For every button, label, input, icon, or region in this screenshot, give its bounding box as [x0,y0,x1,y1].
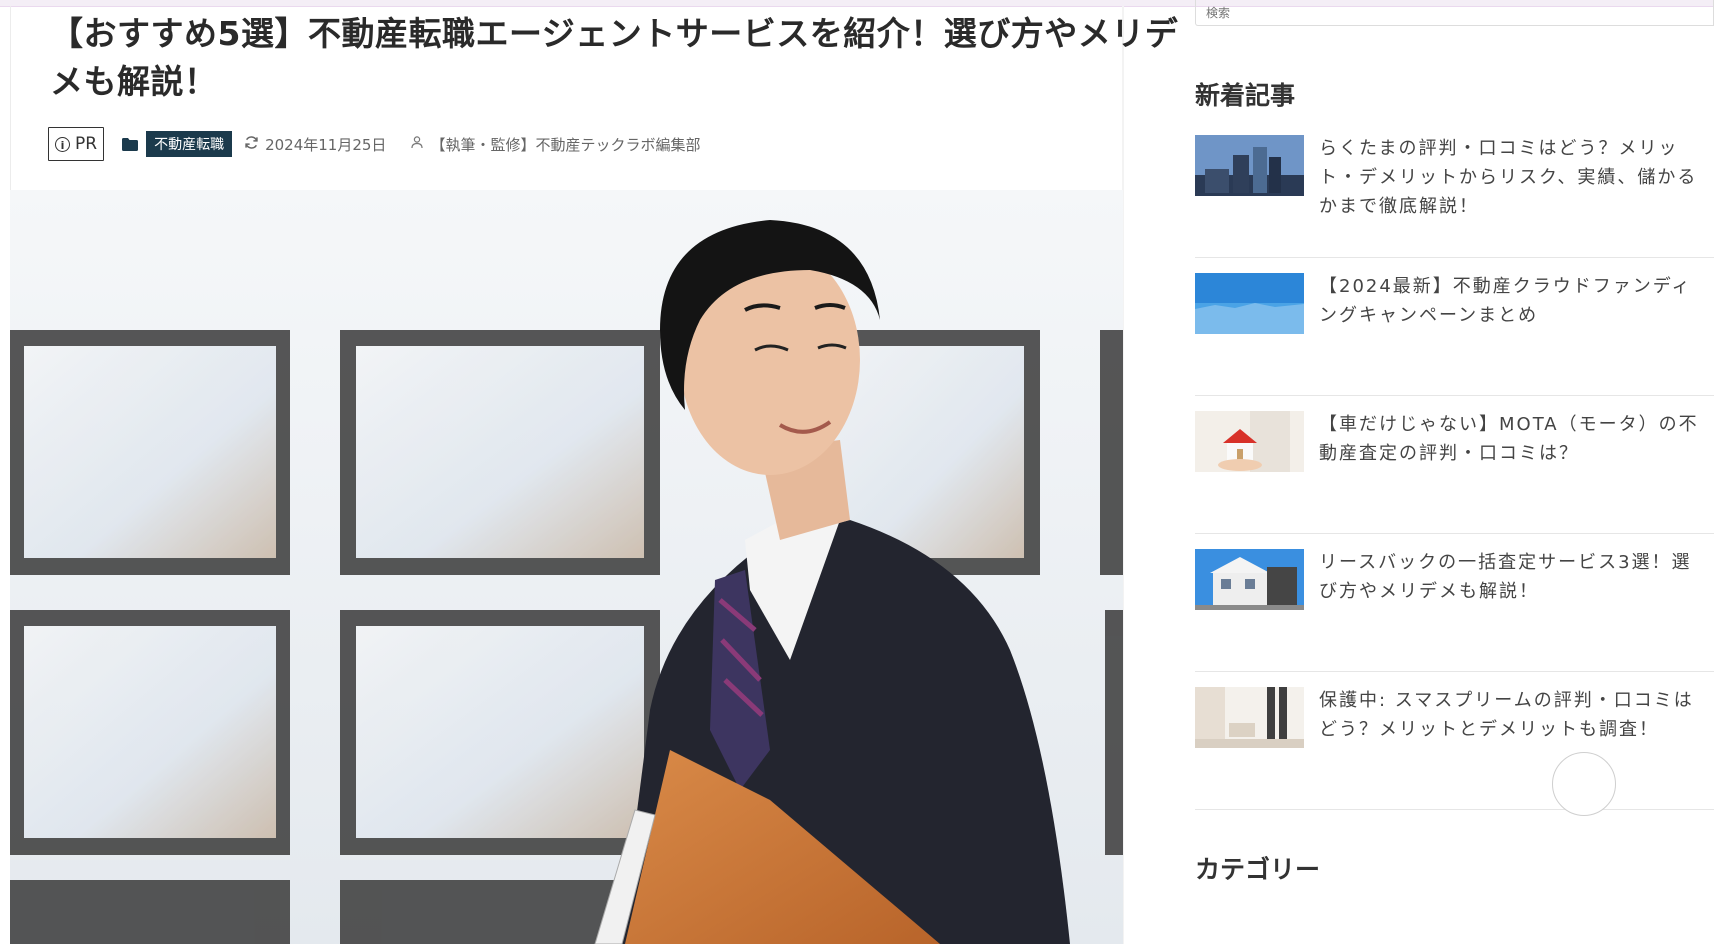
recent-posts-list: らくたまの評判・口コミはどう？メリット・デメリットからリスク、実績、儲かるかまで… [1195,120,1714,810]
post-thumbnail[interactable] [1195,411,1304,472]
post-title[interactable]: 保護中: スマスプリームの評判・口コミはどう？メリットとデメリットも調査！ [1319,686,1699,744]
article-meta: i PR 不動産転職 2024年11月25日 【執筆・監修】不動産テックラボ編集… [48,127,700,161]
post-title[interactable]: 【2024最新】不動産クラウドファンディングキャンペーンまとめ [1319,272,1699,330]
info-icon: i [55,136,70,152]
author-text[interactable]: 【執筆・監修】不動産テックラボ編集部 [430,134,700,155]
pr-label: PR [75,134,98,154]
search-input[interactable] [1196,0,1713,25]
category-heading: カテゴリー [1195,855,1321,884]
updated-date: 2024年11月25日 [244,134,386,155]
search-box[interactable] [1195,0,1714,26]
post-title[interactable]: リースバックの一括査定サービス3選！選び方やメリデメも解説！ [1319,548,1699,606]
list-item[interactable]: らくたまの評判・口コミはどう？メリット・デメリットからリスク、実績、儲かるかまで… [1195,120,1714,258]
recent-posts-heading: 新着記事 [1195,81,1296,110]
refresh-icon [244,135,259,154]
scroll-to-top-button[interactable] [1552,752,1616,816]
list-item[interactable]: 【2024最新】不動産クラウドファンディングキャンペーンまとめ [1195,258,1714,396]
list-item[interactable]: リースバックの一括査定サービス3選！選び方やメリデメも解説！ [1195,534,1714,672]
article-title: 【おすすめ5選】不動産転職エージェントサービスを紹介！選び方やメリデメも解説！ [50,14,1179,101]
post-thumbnail[interactable] [1195,687,1304,748]
date-text: 2024年11月25日 [265,135,387,154]
pr-badge: i PR [48,127,105,161]
sidebar: 新着記事 らくたまの評判・口コミはどう？メリット・デメリットからリスク、実績、儲… [1195,0,1714,944]
post-thumbnail[interactable] [1195,549,1304,610]
post-title[interactable]: 【車だけじゃない】MOTA（モータ）の不動産査定の評判・口コミは？ [1319,410,1699,468]
author: 【執筆・監修】不動産テックラボ編集部 [410,134,700,155]
post-title[interactable]: らくたまの評判・口コミはどう？メリット・デメリットからリスク、実績、儲かるかまで… [1319,134,1699,221]
folder-icon [122,138,139,151]
category-tag[interactable]: 不動産転職 [146,131,233,157]
user-icon [410,135,424,153]
hero-image [10,190,1123,944]
list-item[interactable]: 保護中: スマスプリームの評判・口コミはどう？メリットとデメリットも調査！ [1195,672,1714,810]
list-item[interactable]: 【車だけじゃない】MOTA（モータ）の不動産査定の評判・口コミは？ [1195,396,1714,534]
post-thumbnail[interactable] [1195,273,1304,334]
post-thumbnail[interactable] [1195,135,1304,196]
